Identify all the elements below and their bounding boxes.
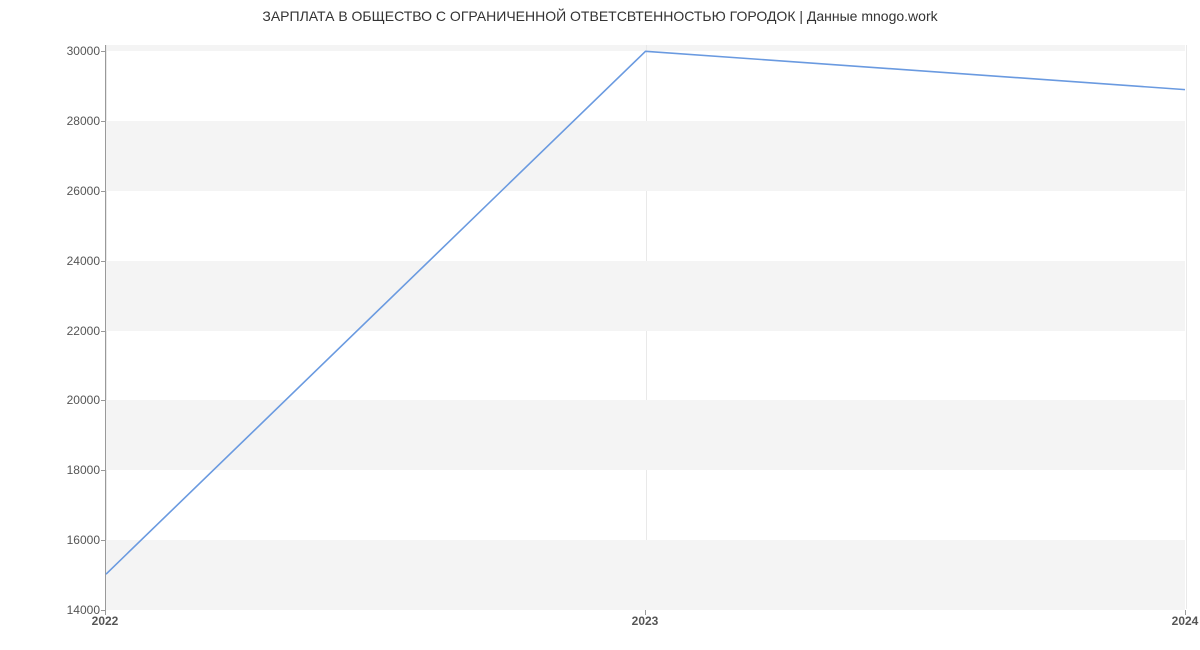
y-tick-mark (101, 191, 106, 192)
x-gridline (1186, 45, 1187, 609)
y-tick-label: 24000 (10, 254, 100, 268)
x-tick-label: 2023 (632, 614, 659, 628)
y-tick-mark (101, 331, 106, 332)
y-tick-mark (101, 400, 106, 401)
x-tick-label: 2022 (92, 614, 119, 628)
y-tick-mark (101, 470, 106, 471)
y-tick-label: 14000 (10, 603, 100, 617)
y-tick-label: 28000 (10, 114, 100, 128)
y-tick-label: 16000 (10, 533, 100, 547)
chart-container: ЗАРПЛАТА В ОБЩЕСТВО С ОГРАНИЧЕННОЙ ОТВЕТ… (0, 0, 1200, 650)
chart-title: ЗАРПЛАТА В ОБЩЕСТВО С ОГРАНИЧЕННОЙ ОТВЕТ… (0, 8, 1200, 24)
y-tick-label: 18000 (10, 463, 100, 477)
y-tick-label: 30000 (10, 44, 100, 58)
y-tick-label: 20000 (10, 393, 100, 407)
y-tick-label: 22000 (10, 324, 100, 338)
y-tick-mark (101, 121, 106, 122)
y-tick-mark (101, 261, 106, 262)
data-line (106, 51, 1185, 574)
line-svg (106, 45, 1185, 609)
x-tick-label: 2024 (1172, 614, 1199, 628)
y-tick-mark (101, 540, 106, 541)
plot-area (105, 45, 1185, 610)
y-tick-mark (101, 51, 106, 52)
y-tick-label: 26000 (10, 184, 100, 198)
